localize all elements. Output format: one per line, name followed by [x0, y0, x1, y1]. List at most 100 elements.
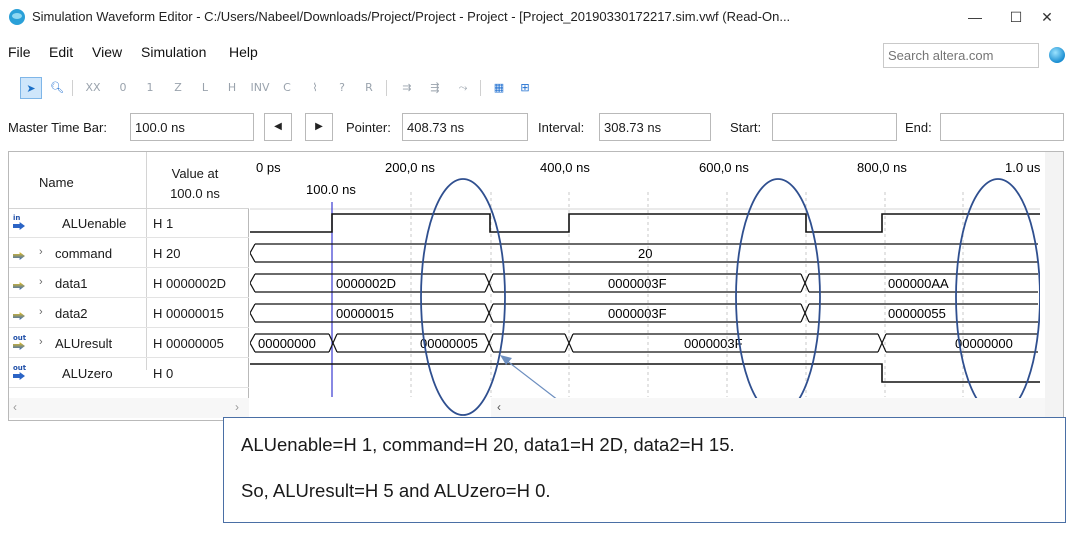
- annotation-callout: ALUenable=H 1, command=H 20, data1=H 2D,…: [223, 417, 1066, 523]
- column-value-header[interactable]: Value at 100.0 ns: [149, 164, 241, 204]
- expand-chevron-icon[interactable]: ›: [39, 306, 43, 318]
- time-tick-label: 800,0 ns: [857, 160, 907, 175]
- annotation-line-1: ALUenable=H 1, command=H 20, data1=H 2D,…: [241, 434, 735, 455]
- menu-help[interactable]: Help: [229, 44, 258, 60]
- signal-names-pane: Name Value at 100.0 ns in ALUenable H 1 …: [9, 152, 249, 420]
- run-timing-simulation-icon[interactable]: ⇶: [424, 77, 446, 99]
- open-report-icon[interactable]: ▦: [488, 77, 510, 99]
- signal-row-aluenable[interactable]: in ALUenable H 1: [9, 209, 249, 238]
- signal-value: H 20: [153, 246, 181, 261]
- bus-value-label: 0000003F: [608, 276, 667, 291]
- bus-value-label: 00000000: [258, 336, 316, 351]
- bus-value-label: 00000000: [955, 336, 1013, 351]
- arbitrary-value-icon[interactable]: R: [358, 77, 380, 99]
- grid-header: Name Value at 100.0 ns: [9, 152, 249, 209]
- start-field[interactable]: [772, 113, 897, 141]
- input-pin-icon: in: [13, 214, 29, 230]
- scroll-right-arrow-icon[interactable]: ›: [235, 400, 239, 414]
- maximize-button[interactable]: ☐: [999, 4, 1033, 30]
- high-impedance-icon[interactable]: Z: [167, 77, 189, 99]
- window-title: Simulation Waveform Editor - C:/Users/Na…: [32, 9, 791, 24]
- waveform-grid: Name Value at 100.0 ns in ALUenable H 1 …: [8, 151, 1064, 421]
- clock-icon[interactable]: ⌇: [304, 77, 326, 99]
- quartus-app-icon: [9, 9, 25, 25]
- signal-name: ALUenable: [62, 216, 127, 231]
- waveform-canvas[interactable]: 0 ps 200,0 ns 400,0 ns 600,0 ns 800,0 ns…: [250, 152, 1040, 420]
- signal-name: data2: [55, 306, 88, 321]
- expand-chevron-icon[interactable]: ›: [39, 276, 43, 288]
- time-tick-label: 1.0 us: [1005, 160, 1040, 175]
- menu-file[interactable]: File: [8, 44, 31, 60]
- bus-value-label: 0000003F: [608, 306, 667, 321]
- interval-label: Interval:: [538, 120, 585, 135]
- end-field[interactable]: [940, 113, 1064, 141]
- expand-chevron-icon[interactable]: ›: [39, 336, 43, 348]
- bus-value-label: 00000005: [420, 336, 478, 351]
- globe-icon[interactable]: [1049, 47, 1065, 63]
- waveform-aluzero: [250, 363, 1040, 383]
- time-tick-label: 400,0 ns: [540, 160, 590, 175]
- input-bus-icon: [13, 276, 29, 290]
- count-value-icon[interactable]: C: [276, 77, 298, 99]
- end-label: End:: [905, 120, 932, 135]
- group-icon[interactable]: ⊞: [514, 77, 536, 99]
- forcing-unknown-icon[interactable]: XX: [82, 77, 104, 99]
- pointer-label: Pointer:: [346, 120, 391, 135]
- scroll-left-arrow-icon[interactable]: ‹: [497, 400, 501, 414]
- waveform-pane[interactable]: 0 ps 200,0 ns 400,0 ns 600,0 ns 800,0 ns…: [250, 152, 1063, 420]
- master-time-bar-field[interactable]: 100.0 ns: [130, 113, 254, 141]
- time-bar: Master Time Bar: 100.0 ns ◀ ▶ Pointer: 4…: [0, 111, 1078, 145]
- signal-row-data2[interactable]: › data2 H 00000015: [9, 299, 249, 328]
- time-tick-label: 0 ps: [256, 160, 281, 175]
- search-field[interactable]: [883, 43, 1039, 68]
- time-tick-label: 600,0 ns: [699, 160, 749, 175]
- annotation-line-2: So, ALUresult=H 5 and ALUzero=H 0.: [241, 480, 551, 501]
- signal-row-aluresult[interactable]: out › ALUresult H 00000005: [9, 329, 249, 358]
- bus-value-label: 0000003F: [684, 336, 743, 351]
- input-bus-icon: [13, 306, 29, 320]
- signal-row-aluzero[interactable]: out ALUzero H 0: [9, 359, 249, 388]
- names-horizontal-scrollbar[interactable]: ‹ ›: [9, 398, 249, 418]
- waveform-aluresult: [250, 333, 1038, 353]
- menu-simulation[interactable]: Simulation: [141, 44, 206, 60]
- menu-view[interactable]: View: [92, 44, 122, 60]
- signal-name: ALUresult: [55, 336, 113, 351]
- signal-row-data1[interactable]: › data1 H 0000002D: [9, 269, 249, 298]
- signal-value: H 00000005: [153, 336, 224, 351]
- scroll-left-arrow-icon[interactable]: ‹: [13, 400, 17, 414]
- input-bus-icon: [13, 246, 29, 260]
- pointer-tool-icon[interactable]: ➤: [20, 77, 42, 99]
- zoom-tool-icon[interactable]: 🔍︎: [46, 77, 68, 99]
- bus-value-label: 0000002D: [336, 276, 396, 291]
- bus-value-label: 00000015: [336, 306, 394, 321]
- next-transition-button[interactable]: ▶: [305, 113, 333, 141]
- signal-name: ALUzero: [62, 366, 113, 381]
- previous-transition-button[interactable]: ◀: [264, 113, 292, 141]
- signal-value: H 0000002D: [153, 276, 226, 291]
- close-button[interactable]: ✕: [1030, 4, 1064, 30]
- signal-value: H 00000015: [153, 306, 224, 321]
- run-functional-simulation-icon[interactable]: ⇉: [396, 77, 418, 99]
- expand-chevron-icon[interactable]: ›: [39, 246, 43, 258]
- vertical-scrollbar[interactable]: [1045, 152, 1063, 420]
- forcing-low-icon[interactable]: 0: [112, 77, 134, 99]
- column-name-header[interactable]: Name: [39, 175, 74, 190]
- weak-low-icon[interactable]: L: [194, 77, 216, 99]
- minimize-button[interactable]: —: [958, 4, 992, 30]
- title-bar: Simulation Waveform Editor - C:/Users/Na…: [0, 0, 1078, 34]
- signal-row-command[interactable]: › command H 20: [9, 239, 249, 268]
- weak-high-icon[interactable]: H: [221, 77, 243, 99]
- search-input[interactable]: [884, 44, 1038, 67]
- time-tick-label: 200,0 ns: [385, 160, 435, 175]
- invert-icon[interactable]: INV: [249, 77, 271, 99]
- signal-value: H 1: [153, 216, 174, 231]
- generate-netlist-icon[interactable]: ⤳: [452, 77, 474, 99]
- waveform-horizontal-scrollbar[interactable]: ‹ ›: [491, 398, 1063, 418]
- toolbar: ➤ 🔍︎ XX 0 1 Z L H INV C ⌇ ? R ⇉ ⇶ ⤳ ▦ ⊞: [0, 74, 1078, 102]
- menu-edit[interactable]: Edit: [49, 44, 73, 60]
- random-value-icon[interactable]: ?: [331, 77, 353, 99]
- forcing-high-icon[interactable]: 1: [139, 77, 161, 99]
- start-label: Start:: [730, 120, 762, 135]
- master-time-bar-label: Master Time Bar:: [8, 120, 107, 135]
- pointer-field: 408.73 ns: [402, 113, 528, 141]
